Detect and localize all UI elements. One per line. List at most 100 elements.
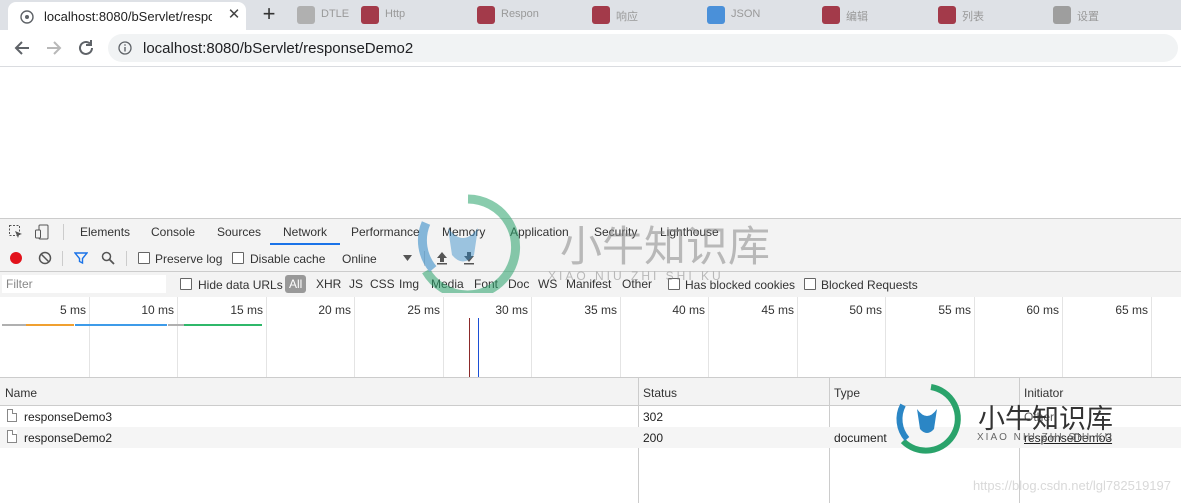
tab-title: localhost:8080/bServlet/respo <box>44 9 212 24</box>
background-tab[interactable]: 列表 <box>938 6 1048 24</box>
timeline-gridline <box>974 297 975 377</box>
tab-favicon-icon <box>477 6 495 24</box>
filter-type-img[interactable]: Img <box>399 277 419 291</box>
column-status-header[interactable]: Status <box>643 386 677 400</box>
devtools-tab-lighthouse[interactable]: Lighthouse <box>660 225 719 239</box>
blocked-requests-checkbox[interactable] <box>804 278 816 290</box>
dom-content-loaded-marker <box>478 318 479 377</box>
background-tab[interactable]: Http <box>361 6 471 24</box>
timeline-tick-label: 30 ms <box>495 303 528 317</box>
reload-icon[interactable] <box>75 37 97 59</box>
timeline-request-bar <box>184 324 262 326</box>
timeline-tick-label: 40 ms <box>672 303 705 317</box>
document-icon <box>7 430 17 443</box>
filter-type-manifest[interactable]: Manifest <box>566 277 611 291</box>
timeline-gridline <box>443 297 444 377</box>
tab-label: JSON <box>731 8 761 20</box>
disable-cache-checkbox[interactable] <box>232 252 244 264</box>
hide-data-urls-checkbox[interactable] <box>180 278 192 290</box>
back-arrow-icon[interactable] <box>11 37 33 59</box>
device-toolbar-icon[interactable] <box>34 224 50 240</box>
timeline-gridline <box>1062 297 1063 377</box>
tab-label: 设置 <box>1077 11 1099 23</box>
background-tab[interactable]: 编辑 <box>822 6 932 24</box>
background-tab[interactable]: Respon <box>477 6 587 24</box>
request-status: 302 <box>643 410 664 424</box>
filter-type-all[interactable]: All <box>285 275 307 293</box>
timeline-gridline <box>885 297 886 377</box>
devtools-tab-sources[interactable]: Sources <box>217 225 261 239</box>
background-tab[interactable]: 响应 <box>592 6 702 24</box>
export-har-icon[interactable] <box>463 251 475 265</box>
divider <box>62 251 63 266</box>
timeline-tick-label: 60 ms <box>1026 303 1059 317</box>
import-har-icon[interactable] <box>436 251 448 265</box>
devtools-tab-performance[interactable]: Performance <box>351 225 420 239</box>
table-row[interactable]: responseDemo3 302 Other <box>0 406 1181 427</box>
address-bar[interactable]: localhost:8080/bServlet/responseDemo2 <box>108 34 1178 62</box>
filter-funnel-icon[interactable] <box>74 251 88 265</box>
timeline-overview[interactable]: 5 ms 10 ms 15 ms 20 ms 25 ms 30 ms 35 ms… <box>0 297 1181 378</box>
timeline-tick-label: 35 ms <box>584 303 617 317</box>
filter-type-xhr[interactable]: XHR <box>316 277 341 291</box>
tab-favicon-icon <box>938 6 956 24</box>
column-type-header[interactable]: Type <box>834 386 860 400</box>
timeline-tick-label: 25 ms <box>407 303 440 317</box>
timeline-gridline <box>708 297 709 377</box>
timeline-tick-label: 10 ms <box>141 303 174 317</box>
devtools-tab-application[interactable]: Application <box>510 225 569 239</box>
browser-tab-active[interactable]: localhost:8080/bServlet/respo ✕ <box>8 2 246 30</box>
filter-type-media[interactable]: Media <box>431 277 464 291</box>
blocked-requests-label: Blocked Requests <box>821 278 918 292</box>
throttle-select[interactable]: Online <box>342 252 377 266</box>
timeline-tick-label: 20 ms <box>318 303 351 317</box>
globe-icon <box>20 10 34 24</box>
inspect-element-icon[interactable] <box>8 224 24 240</box>
background-tab[interactable]: JSON <box>707 6 817 24</box>
timeline-request-bar <box>75 324 167 326</box>
devtools-tab-elements[interactable]: Elements <box>80 225 130 239</box>
search-icon[interactable] <box>101 251 115 265</box>
filter-type-css[interactable]: CSS <box>370 277 395 291</box>
request-initiator: Other <box>1024 410 1055 424</box>
filter-type-js[interactable]: JS <box>349 277 363 291</box>
hide-data-urls-label: Hide data URLs <box>198 278 283 292</box>
timeline-tick-label: 55 ms <box>938 303 971 317</box>
divider <box>63 224 64 240</box>
column-name-header[interactable]: Name <box>5 386 37 400</box>
csdn-watermark: https://blog.csdn.net/lgl782519197 <box>972 478 1171 493</box>
new-tab-button[interactable]: + <box>256 3 282 27</box>
divider <box>424 251 425 266</box>
timeline-tick-label: 15 ms <box>230 303 263 317</box>
devtools-tab-network[interactable]: Network <box>283 225 327 239</box>
close-tab-icon[interactable]: ✕ <box>225 6 243 24</box>
has-blocked-cookies-checkbox[interactable] <box>668 278 680 290</box>
request-name: responseDemo3 <box>24 410 113 424</box>
clear-icon[interactable] <box>38 251 52 265</box>
tab-label: Respon <box>501 8 539 20</box>
forward-arrow-icon[interactable] <box>43 37 65 59</box>
dropdown-arrow-icon[interactable] <box>403 255 412 262</box>
tab-strip: localhost:8080/bServlet/respo ✕ + DTLE H… <box>0 0 1181 30</box>
column-initiator-header[interactable]: Initiator <box>1024 386 1063 400</box>
filter-type-ws[interactable]: WS <box>538 277 557 291</box>
table-row[interactable]: responseDemo2 200 document responseDemo3 <box>0 427 1181 448</box>
devtools-tab-console[interactable]: Console <box>151 225 195 239</box>
request-initiator-link[interactable]: responseDemo3 <box>1024 431 1112 445</box>
devtools-tabbar: Elements Console Sources Network Perform… <box>0 218 1181 247</box>
preserve-log-checkbox[interactable] <box>138 252 150 264</box>
disable-cache-label: Disable cache <box>250 252 326 266</box>
devtools-tab-security[interactable]: Security <box>594 225 637 239</box>
background-tab[interactable]: 设置 <box>1053 6 1153 24</box>
request-name: responseDemo2 <box>24 431 113 445</box>
url-text: localhost:8080/bServlet/responseDemo2 <box>143 40 414 57</box>
record-icon[interactable] <box>9 251 23 265</box>
filter-input[interactable] <box>2 275 166 293</box>
filter-type-other[interactable]: Other <box>622 277 652 291</box>
filter-type-font[interactable]: Font <box>474 277 498 291</box>
filter-type-doc[interactable]: Doc <box>508 277 529 291</box>
info-icon[interactable] <box>118 41 132 55</box>
timeline-tick-label: 65 ms <box>1115 303 1148 317</box>
devtools-tab-memory[interactable]: Memory <box>442 225 485 239</box>
timeline-request-bar <box>168 324 184 326</box>
